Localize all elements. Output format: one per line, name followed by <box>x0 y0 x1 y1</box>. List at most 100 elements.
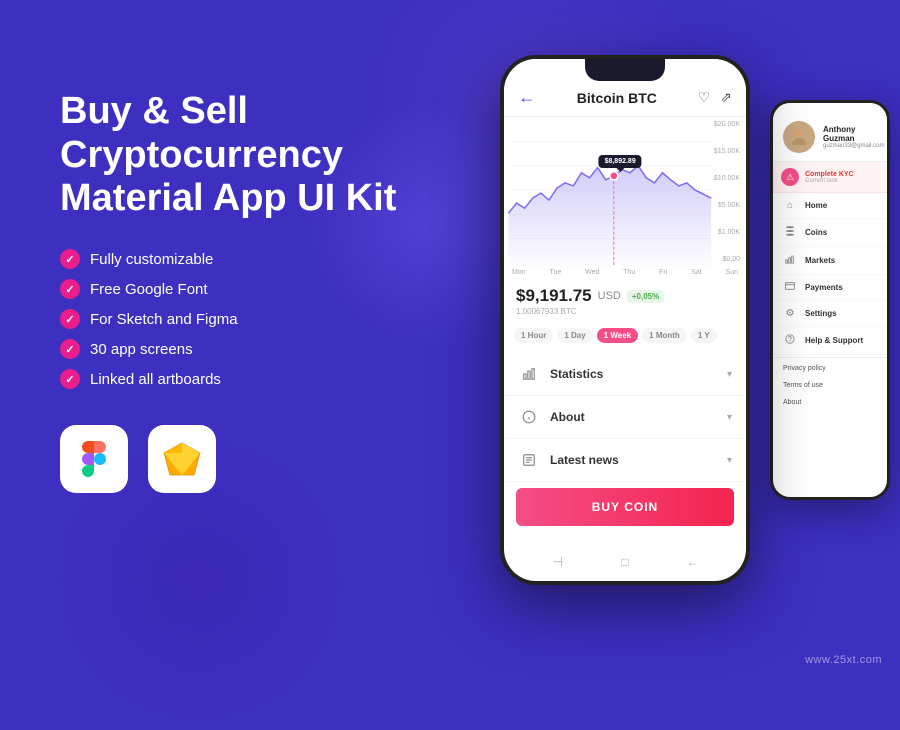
list-item: Free Google Font <box>60 279 440 299</box>
phone-screen: ← Bitcoin BTC ♡ ⇗ $20.00K $15.00K $10.00… <box>504 59 746 581</box>
kyc-title: Complete KYC <box>805 171 854 178</box>
markets-icon <box>783 254 797 267</box>
figma-icon-box <box>60 425 128 493</box>
feature-label: Fully customizable <box>90 251 213 268</box>
kyc-subtitle: Current task <box>805 178 854 184</box>
price-section: $9,191.75 USD +0,05% 1.00067933 BTC <box>504 278 746 322</box>
nav-item-payments[interactable]: Payments <box>773 275 887 301</box>
user-info: Anthony Guzman guzman33@gmail.com <box>823 125 884 149</box>
about-label: About <box>550 410 727 424</box>
day-label: Thu <box>623 269 635 276</box>
chart-label-y: $5.00K <box>714 202 740 209</box>
coins-icon <box>783 226 797 239</box>
day-label: Fri <box>659 269 667 276</box>
price-badge: +0,05% <box>627 290 664 303</box>
statistics-icon <box>518 363 540 385</box>
tab-1year[interactable]: 1 Y <box>691 328 717 343</box>
nav-item-markets[interactable]: Markets <box>773 247 887 275</box>
nav-label-coins: Coins <box>805 228 827 237</box>
check-icon <box>60 249 80 269</box>
heart-icon[interactable]: ♡ <box>698 89 711 106</box>
day-label: Sat <box>691 269 702 276</box>
kyc-banner[interactable]: ⚠ Complete KYC Current task <box>773 162 887 193</box>
chart-label-y: $1.00K <box>714 229 740 236</box>
nav-item-help[interactable]: Help & Support <box>773 327 887 355</box>
check-icon <box>60 279 80 299</box>
payments-icon <box>783 282 797 293</box>
chevron-down-icon: ▾ <box>727 369 732 380</box>
left-panel: Buy & SellCryptocurrencyMaterial App UI … <box>60 90 440 493</box>
nav-item-settings[interactable]: ⚙ Settings <box>773 301 887 327</box>
chart-tooltip: $8,892.89 <box>599 155 642 168</box>
nav-item-coins[interactable]: Coins <box>773 219 887 247</box>
back-button[interactable]: ← <box>518 87 536 108</box>
check-icon <box>60 369 80 389</box>
check-icon <box>60 309 80 329</box>
feature-label: 30 app screens <box>90 341 193 358</box>
tab-1week[interactable]: 1 Week <box>597 328 638 343</box>
tab-1day[interactable]: 1 Day <box>557 328 592 343</box>
nav-label-home: Home <box>805 201 827 210</box>
check-icon <box>60 339 80 359</box>
day-label: Mon <box>512 269 526 276</box>
accordion-latestnews[interactable]: Latest news ▾ <box>504 439 746 482</box>
kyc-info: Complete KYC Current task <box>805 171 854 184</box>
feature-label: Free Google Font <box>90 281 208 298</box>
avatar <box>783 121 815 153</box>
tool-icons <box>60 425 440 493</box>
right-phone-screen: Anthony Guzman guzman33@gmail.com ⚠ Comp… <box>773 103 887 497</box>
page-title: Buy & SellCryptocurrencyMaterial App UI … <box>60 90 440 221</box>
buy-coin-button[interactable]: BUY COIN <box>516 488 734 526</box>
price-value: $9,191.75 <box>516 286 592 306</box>
list-item: For Sketch and Figma <box>60 309 440 329</box>
link-about[interactable]: About <box>773 394 887 411</box>
phone-notch <box>585 59 665 81</box>
nav-back-icon[interactable]: ⊣ <box>549 553 567 571</box>
price-main: $9,191.75 USD +0,05% <box>516 286 734 306</box>
warning-icon: ⚠ <box>781 168 799 186</box>
feature-label: For Sketch and Figma <box>90 311 238 328</box>
days-row: Mon Tue Wed Thu Fri Sat Sun <box>504 267 746 278</box>
chevron-down-icon: ▾ <box>727 455 732 466</box>
user-email: guzman33@gmail.com <box>823 143 884 149</box>
price-currency: USD <box>598 290 621 302</box>
accordion-statistics[interactable]: Statistics ▾ <box>504 353 746 396</box>
chart-label-y: $20.00K <box>714 121 740 128</box>
divider <box>773 357 887 358</box>
chart-label-y: $10.00K <box>714 175 740 182</box>
chart-area: $20.00K $15.00K $10.00K $5.00K $1.00K $0… <box>504 117 746 267</box>
header-icons: ♡ ⇗ <box>698 89 732 106</box>
user-name: Anthony Guzman <box>823 125 884 143</box>
list-item: Fully customizable <box>60 249 440 269</box>
statistics-label: Statistics <box>550 367 727 381</box>
day-label: Sun <box>726 269 738 276</box>
chart-label-y: $15.00K <box>714 148 740 155</box>
accordion: Statistics ▾ About ▾ Latest news <box>504 353 746 482</box>
nav-item-home[interactable]: ⌂ Home <box>773 193 887 219</box>
phone-bottom-nav: ⊣ □ ← <box>504 549 746 575</box>
link-terms[interactable]: Terms of use <box>773 377 887 394</box>
nav-home-icon[interactable]: □ <box>616 553 634 571</box>
tab-1month[interactable]: 1 Month <box>642 328 687 343</box>
share-icon[interactable]: ⇗ <box>720 89 732 106</box>
feature-label: Linked all artboards <box>90 371 221 388</box>
latestnews-label: Latest news <box>550 453 727 467</box>
info-icon <box>518 406 540 428</box>
news-icon <box>518 449 540 471</box>
nav-label-help: Help & Support <box>805 336 863 345</box>
app-title: Bitcoin BTC <box>577 90 657 106</box>
tab-1hour[interactable]: 1 Hour <box>514 328 553 343</box>
chevron-down-icon: ▾ <box>727 412 732 423</box>
time-tabs: 1 Hour 1 Day 1 Week 1 Month 1 Y <box>504 322 746 349</box>
link-privacy[interactable]: Privacy policy <box>773 360 887 377</box>
help-icon <box>783 334 797 347</box>
chart-label-y: $0.00 <box>714 256 740 263</box>
nav-recent-icon[interactable]: ← <box>683 553 701 571</box>
day-label: Wed <box>585 269 599 276</box>
list-item: 30 app screens <box>60 339 440 359</box>
home-icon: ⌂ <box>783 200 797 211</box>
right-header: Anthony Guzman guzman33@gmail.com <box>773 103 887 162</box>
nav-label-payments: Payments <box>805 283 843 292</box>
nav-label-markets: Markets <box>805 256 835 265</box>
accordion-about[interactable]: About ▾ <box>504 396 746 439</box>
